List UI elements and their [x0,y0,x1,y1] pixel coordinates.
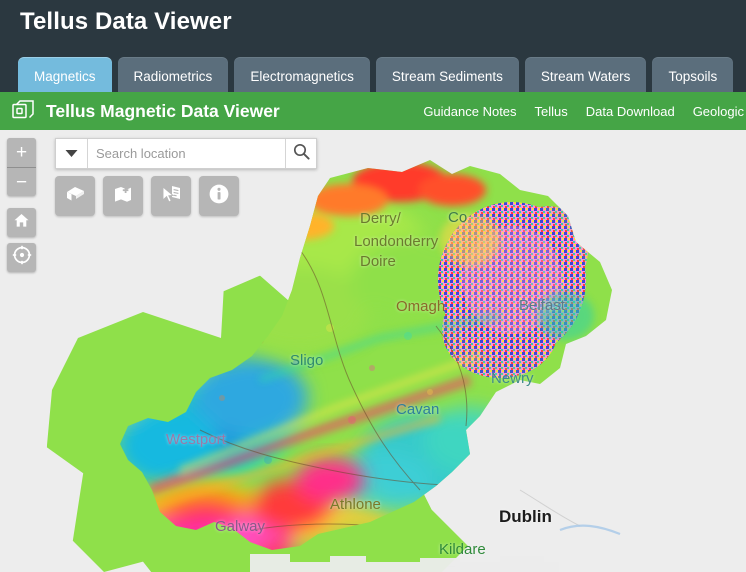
tab-stream-waters[interactable]: Stream Waters [524,57,647,95]
tab-topsoils[interactable]: Topsoils [652,57,734,95]
layers-basemap-icon [63,183,87,210]
search-input[interactable] [88,139,285,168]
info-icon [207,182,231,211]
search-icon [293,143,310,165]
appbar-nav: Guidance Notes Tellus Data Download Geologi… [423,104,746,119]
app-header: Tellus Data Viewer Magnetics Radiometrics… [0,0,746,95]
add-layer-button[interactable] [103,176,143,216]
tab-electromagnetics[interactable]: Electromagnetics [234,57,370,95]
home-icon [13,212,30,234]
page-title: Tellus Data Viewer [20,8,232,35]
locate-button[interactable] [7,243,36,272]
nav-link-geologic[interactable]: Geologic [693,104,744,119]
cursor-layer-icon [159,183,183,210]
search-category-dropdown[interactable] [56,139,88,168]
app-title: Tellus Magnetic Data Viewer [46,100,280,121]
map-plus-icon [111,183,135,210]
search-submit-button[interactable] [285,139,316,168]
search-widget[interactable] [55,138,317,169]
nav-link-data-download[interactable]: Data Download [586,104,675,119]
map-viewport[interactable]: Derry/Londonderry Doire Co Omagh Belfast Slig… [0,130,746,572]
home-button[interactable] [7,208,36,237]
basemap-gallery-button[interactable] [55,176,95,216]
map-tool-row [55,176,239,216]
zoom-control[interactable]: + − [7,138,36,196]
tab-magnetics[interactable]: Magnetics [18,57,112,95]
nav-link-guidance-notes[interactable]: Guidance Notes [423,104,516,119]
tab-stream-sediments[interactable]: Stream Sediments [375,57,519,95]
app-toolbar: Tellus Magnetic Data Viewer Guidance Not… [0,92,746,130]
nav-link-tellus[interactable]: Tellus [535,104,568,119]
stacked-layers-icon [10,98,36,124]
locate-crosshair-icon [12,245,32,270]
dataset-tab-strip: Magnetics Radiometrics Electromagnetics Str… [18,57,734,95]
identify-tool-button[interactable] [151,176,191,216]
chevron-down-icon [65,145,78,163]
zoom-out-button[interactable]: − [7,167,36,196]
tab-radiometrics[interactable]: Radiometrics [117,57,229,95]
info-button[interactable] [199,176,239,216]
zoom-in-button[interactable]: + [7,138,36,167]
